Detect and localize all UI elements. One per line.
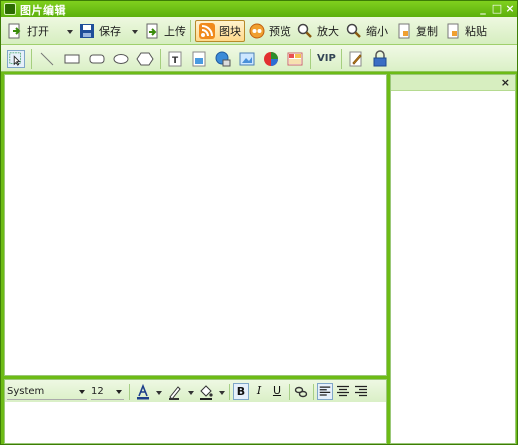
drawtools-separator [31, 49, 32, 69]
italic-button[interactable]: I [251, 383, 267, 400]
upload-icon [146, 23, 158, 39]
drawtools-separator [341, 49, 342, 69]
open-folder-icon [8, 23, 21, 39]
drawtools-separator [160, 49, 161, 69]
rss-block-icon [199, 23, 215, 39]
drawtools-separator [310, 49, 311, 69]
app-icon [4, 3, 16, 15]
highlight-dropdown[interactable] [188, 391, 194, 395]
open-label: 打开 [27, 25, 49, 38]
side-panel: × [390, 74, 516, 444]
save-button[interactable]: 保存 [79, 20, 121, 42]
upload-button[interactable]: 上传 [144, 20, 186, 42]
font-family-select[interactable]: System [7, 384, 87, 400]
chevron-down-icon [116, 390, 122, 394]
text-tool-icon[interactable]: T [166, 50, 184, 68]
zoom-out-icon [346, 23, 361, 38]
line-tool-icon[interactable] [38, 50, 56, 68]
close-button[interactable]: × [504, 2, 516, 15]
floppy-disk-icon [80, 24, 94, 38]
underline-button[interactable]: U [269, 383, 285, 400]
text-input-area[interactable] [4, 402, 387, 444]
format-separator [129, 384, 130, 400]
preview-eye-icon [249, 23, 265, 39]
font-size-value: 12 [91, 386, 104, 397]
hexagon-tool-icon[interactable] [136, 50, 154, 68]
rectangle-tool-icon[interactable] [63, 50, 81, 68]
toolbar-separator [190, 20, 191, 42]
align-center-icon[interactable] [335, 383, 351, 400]
save-dropdown-arrow[interactable] [132, 30, 138, 34]
font-color-icon[interactable] [135, 384, 151, 400]
svg-text:T: T [172, 56, 179, 66]
preview-button[interactable]: 预览 [249, 20, 291, 42]
image-editor-window: 图片编辑 _ □ × 打开 保存 上传 图块 预览 放大 缩小 复制 粘贴 T … [0, 0, 518, 445]
paste-button[interactable]: 粘贴 [445, 20, 487, 42]
image-canvas[interactable] [4, 74, 387, 376]
paste-label: 粘贴 [465, 25, 487, 38]
format-separator [289, 384, 290, 400]
title-bar: 图片编辑 _ □ × [1, 1, 517, 17]
table-tool-icon[interactable] [286, 50, 304, 68]
chevron-down-icon [79, 390, 85, 394]
minimize-button[interactable]: _ [477, 2, 489, 15]
main-toolbar: 打开 保存 上传 图块 预览 放大 缩小 复制 粘贴 [1, 17, 517, 45]
align-left-icon[interactable] [317, 383, 333, 400]
picture-tool-icon[interactable] [238, 50, 256, 68]
side-panel-close-button[interactable]: × [501, 76, 510, 89]
fill-bucket-icon[interactable] [198, 384, 214, 400]
font-color-dropdown[interactable] [156, 391, 162, 395]
zoom-in-icon [297, 23, 312, 38]
side-panel-header: × [391, 75, 515, 91]
zoom-in-button[interactable]: 放大 [297, 20, 339, 42]
globe-tool-icon[interactable] [214, 50, 232, 68]
text-format-toolbar: System 12 B I U [4, 379, 387, 403]
highlight-pen-icon[interactable] [167, 384, 183, 400]
zoom-out-button[interactable]: 缩小 [346, 20, 388, 42]
maximize-button[interactable]: □ [491, 2, 503, 15]
select-pointer-icon[interactable] [7, 50, 25, 68]
copy-button[interactable]: 复制 [396, 20, 438, 42]
side-panel-body [391, 92, 515, 443]
save-label: 保存 [99, 25, 121, 38]
format-separator [229, 384, 230, 400]
copy-icon [398, 23, 410, 39]
format-separator [313, 384, 314, 400]
upload-label: 上传 [164, 25, 186, 38]
open-button[interactable]: 打开 [7, 20, 49, 42]
font-size-select[interactable]: 12 [91, 384, 124, 400]
link-icon[interactable] [293, 384, 309, 400]
preview-label: 预览 [269, 25, 291, 38]
image-file-tool-icon[interactable] [190, 50, 208, 68]
zoom-out-label: 缩小 [366, 25, 388, 38]
window-title: 图片编辑 [20, 4, 66, 17]
bold-button[interactable]: B [233, 383, 249, 400]
rounded-rectangle-tool-icon[interactable] [88, 50, 106, 68]
open-dropdown-arrow[interactable] [67, 30, 73, 34]
fill-dropdown[interactable] [219, 391, 225, 395]
pie-chart-tool-icon[interactable] [262, 50, 280, 68]
vip-button[interactable]: VIP [317, 53, 336, 64]
block-button[interactable]: 图块 [195, 20, 245, 42]
paste-icon [447, 23, 459, 39]
font-family-value: System [7, 386, 45, 397]
lock-icon[interactable] [371, 50, 389, 68]
ellipse-tool-icon[interactable] [112, 50, 130, 68]
copy-label: 复制 [416, 25, 438, 38]
edit-pen-icon[interactable] [347, 50, 365, 68]
block-label: 图块 [219, 25, 241, 38]
drawing-toolbar: T VIP [1, 45, 517, 72]
zoom-in-label: 放大 [317, 25, 339, 38]
align-right-icon[interactable] [353, 383, 369, 400]
